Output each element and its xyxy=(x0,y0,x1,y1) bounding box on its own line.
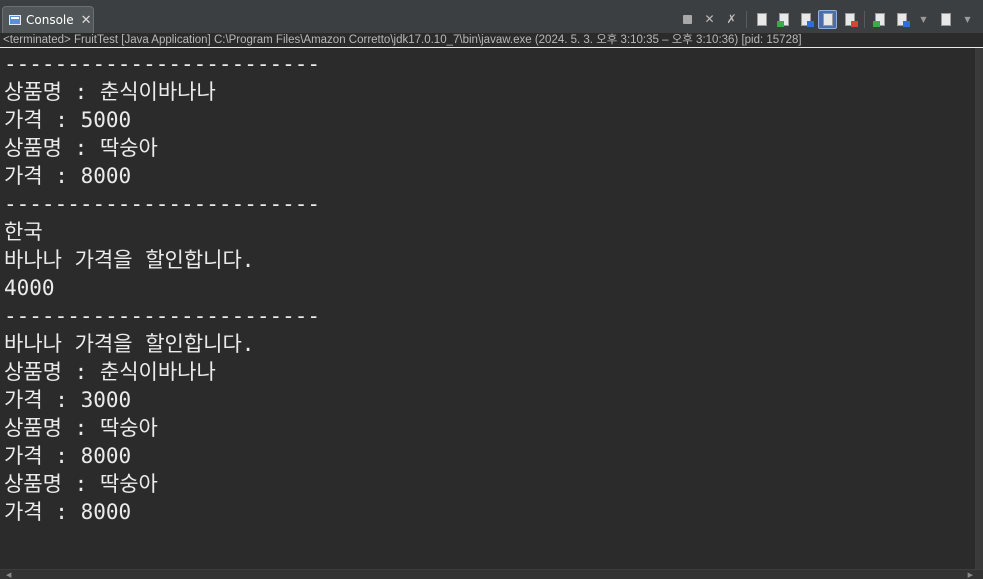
output-line: 바나나 가격을 할인합니다. xyxy=(4,332,255,356)
output-line: 바나나 가격을 할인합니다. xyxy=(4,248,255,272)
output-line: 상품명 : 딱숭아 xyxy=(4,416,158,440)
output-line: 가격 : 3000 xyxy=(4,388,132,412)
new-console-view-icon[interactable] xyxy=(936,10,955,29)
output-line: 가격 : 8000 xyxy=(4,444,132,468)
remove-all-terminated-icon[interactable]: ✗ xyxy=(722,10,741,29)
output-line: 가격 : 8000 xyxy=(4,500,132,524)
output-line: 한국 xyxy=(4,220,43,244)
output-line: 상품명 : 딱숭아 xyxy=(4,136,158,160)
scroll-lock-icon[interactable] xyxy=(752,10,771,29)
output-line: ------------------------- xyxy=(4,52,321,76)
output-line: 가격 : 5000 xyxy=(4,108,132,132)
terminate-icon[interactable] xyxy=(678,10,697,29)
close-tab-icon[interactable]: ✕ xyxy=(81,14,92,27)
view-menu-dropdown-icon[interactable]: ▼ xyxy=(958,10,977,29)
output-line: ------------------------- xyxy=(4,192,321,216)
vertical-scrollbar[interactable] xyxy=(975,48,983,570)
open-console-dropdown-icon[interactable]: ▼ xyxy=(914,10,933,29)
process-info-line: <terminated> FruitTest [Java Application… xyxy=(0,33,983,47)
pin-console-icon[interactable] xyxy=(840,10,859,29)
remove-launch-icon[interactable]: ✕ xyxy=(700,10,719,29)
scroll-right-icon[interactable]: ▶ xyxy=(968,571,973,579)
divider xyxy=(0,47,983,48)
console-icon xyxy=(9,15,21,25)
display-selected-console-icon[interactable] xyxy=(870,10,889,29)
output-line: 상품명 : 딱숭아 xyxy=(4,472,158,496)
output-line: 가격 : 8000 xyxy=(4,164,132,188)
show-on-stdout-icon[interactable] xyxy=(796,10,815,29)
output-line: ------------------------- xyxy=(4,304,321,328)
show-on-stderr-icon[interactable] xyxy=(818,9,837,29)
word-wrap-icon[interactable] xyxy=(774,10,793,29)
toolbar-separator xyxy=(746,10,747,28)
scroll-left-icon[interactable]: ◀ xyxy=(6,571,11,579)
output-line: 4000 xyxy=(4,276,55,300)
console-toolbar: ✕ ✗ ▼ ▼ xyxy=(678,9,977,29)
horizontal-scrollbar[interactable]: ◀ ▶ xyxy=(0,569,983,579)
tab-console-label: Console xyxy=(26,13,74,27)
output-line: 상품명 : 춘식이바나나 xyxy=(4,360,216,384)
output-line: 상품명 : 춘식이바나나 xyxy=(4,80,216,104)
console-output[interactable]: ------------------------- 상품명 : 춘식이바나나 가격 … xyxy=(4,50,972,570)
toolbar-separator xyxy=(864,10,865,28)
tab-console[interactable]: Console ✕ xyxy=(2,6,94,33)
open-console-icon[interactable] xyxy=(892,10,911,29)
console-tab-bar: Console ✕ ✕ ✗ ▼ ▼ xyxy=(0,0,983,34)
